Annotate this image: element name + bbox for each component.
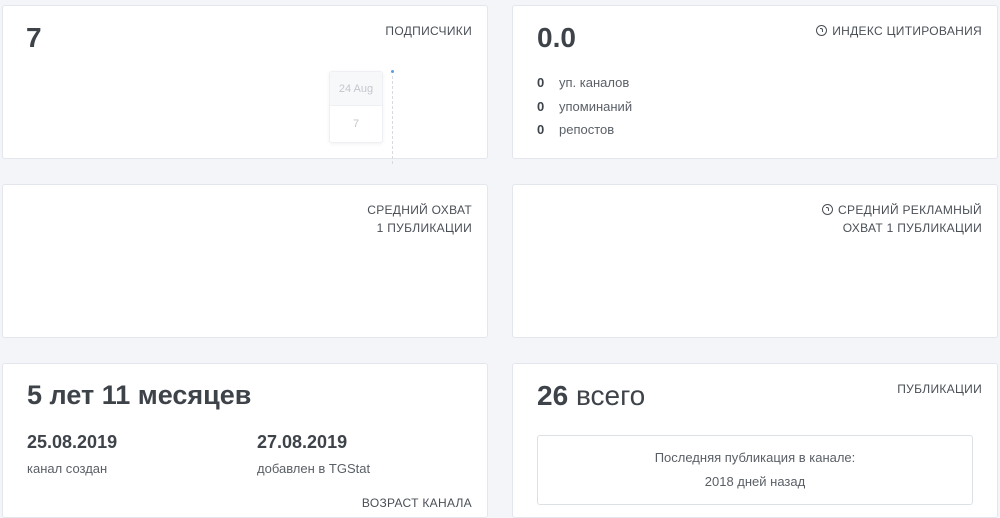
created-date: 25.08.2019	[27, 432, 118, 452]
avg-reach-label: СРЕДНИЙ ОХВАТ 1 ПУБЛИКАЦИИ	[367, 201, 472, 237]
channel-age-card: 5 лет 11 месяцев 25.08.2019 канал создан…	[2, 363, 488, 518]
publications-label: ПУБЛИКАЦИИ	[897, 382, 982, 396]
stat-channels-count: 0	[537, 75, 545, 90]
stat-mentions-count: 0	[537, 99, 545, 114]
publications-total: 26 всего	[537, 380, 645, 412]
channel-age-value: 5 лет 11 месяцев	[27, 380, 252, 410]
avg-ad-reach-label-line1: СРЕДНИЙ РЕКЛАМНЫЙ	[838, 203, 982, 217]
chart-tooltip-date: 24 Aug	[330, 72, 382, 106]
chart-tooltip-value: 7	[352, 118, 360, 130]
citation-card: 0.0 ИНДЕКС ЦИТИРОВАНИЯ 0 уп. каналов 0 упо…	[512, 5, 998, 159]
last-publication-ago: 2018 дней назад	[704, 474, 806, 489]
chart-point	[391, 70, 394, 73]
last-publication-caption: Последняя публикация в канале:	[654, 450, 856, 465]
stat-reposts-label: репостов	[559, 122, 615, 137]
citation-index-label-text: ИНДЕКС ЦИТИРОВАНИЯ	[832, 24, 982, 38]
avg-reach-label-line2: 1 ПУБЛИКАЦИИ	[376, 221, 472, 235]
added-caption: добавлен в TGStat	[257, 461, 371, 476]
chart-tooltip: 24 Aug 7	[329, 71, 383, 143]
stat-row-mentions: 0 упоминаний	[537, 99, 632, 114]
added-date: 27.08.2019	[257, 432, 348, 452]
avg-ad-reach-label[interactable]: СРЕДНИЙ РЕКЛАМНЫЙ ОХВАТ 1 ПУБЛИКАЦИИ	[822, 201, 982, 237]
publications-count: 26	[537, 380, 569, 411]
stat-row-channels: 0 уп. каналов	[537, 75, 629, 90]
publications-card: 26 всего ПУБЛИКАЦИИ Последняя публикация…	[512, 363, 998, 518]
created-caption: канал создан	[27, 461, 108, 476]
subscribers-label: ПОДПИСЧИКИ	[385, 24, 472, 38]
avg-ad-reach-card: СРЕДНИЙ РЕКЛАМНЫЙ ОХВАТ 1 ПУБЛИКАЦИИ	[512, 184, 998, 338]
subscribers-card: 7 ПОДПИСЧИКИ 24 Aug 7	[2, 5, 488, 164]
last-publication-box: Последняя публикация в канале: 2018 дней…	[537, 435, 973, 505]
subscribers-count: 7	[26, 22, 42, 53]
stat-reposts-count: 0	[537, 122, 545, 137]
chart-crosshair	[392, 76, 393, 164]
citation-index-value: 0.0	[537, 22, 576, 53]
help-circle-icon[interactable]	[816, 25, 828, 36]
publications-count-suffix: всего	[575, 380, 646, 411]
avg-ad-reach-label-line2: ОХВАТ 1 ПУБЛИКАЦИИ	[842, 221, 982, 235]
avg-reach-card: СРЕДНИЙ ОХВАТ 1 ПУБЛИКАЦИИ	[2, 184, 488, 338]
help-circle-icon[interactable]	[822, 204, 834, 215]
stat-row-reposts: 0 репостов	[537, 122, 614, 137]
stat-mentions-label: упоминаний	[559, 99, 633, 114]
channel-age-label: ВОЗРАСТ КАНАЛА	[361, 496, 472, 510]
stat-channels-label: уп. каналов	[559, 75, 630, 90]
citation-index-label[interactable]: ИНДЕКС ЦИТИРОВАНИЯ	[816, 22, 982, 40]
avg-reach-label-line1: СРЕДНИЙ ОХВАТ	[367, 203, 472, 217]
